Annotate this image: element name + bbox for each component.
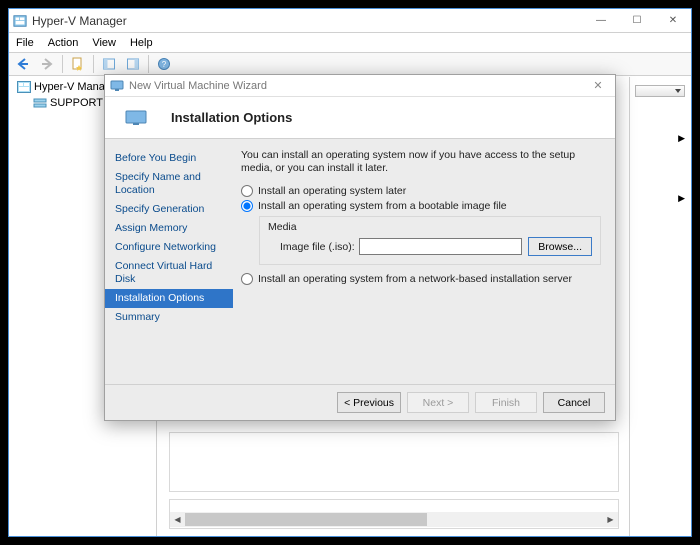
wizard-step[interactable]: Assign Memory <box>105 219 233 238</box>
option-install-later-label: Install an operating system later <box>258 185 406 197</box>
expand-arrow-icon[interactable]: ▶ <box>678 193 685 204</box>
toolbar-divider <box>148 55 149 73</box>
next-button[interactable]: Next > <box>407 392 469 413</box>
scroll-track[interactable] <box>185 513 603 526</box>
hyperv-root-icon <box>17 81 31 93</box>
media-legend: Media <box>268 221 592 233</box>
page-star-icon <box>71 57 85 71</box>
wizard-footer: < Previous Next > Finish Cancel <box>105 384 615 420</box>
wizard-title-bar: New Virtual Machine Wizard ✕ <box>105 75 615 97</box>
wizard-step[interactable]: Connect Virtual Hard Disk <box>105 257 233 289</box>
nav-back-button[interactable] <box>12 54 34 74</box>
help-icon: ? <box>157 57 171 71</box>
toolbar-help-button[interactable]: ? <box>153 54 175 74</box>
wizard-step[interactable]: Specify Generation <box>105 200 233 219</box>
option-install-later[interactable]: Install an operating system later <box>241 185 601 197</box>
wizard-step[interactable]: Configure Networking <box>105 238 233 257</box>
server-icon <box>33 97 47 109</box>
wizard-title: New Virtual Machine Wizard <box>129 80 267 92</box>
wizard-steps-nav: Before You BeginSpecify Name and Locatio… <box>105 139 233 384</box>
arrow-left-icon <box>16 57 30 71</box>
option-install-network-label: Install an operating system from a netwo… <box>258 273 572 285</box>
menu-bar: File Action View Help <box>9 33 691 52</box>
cancel-button[interactable]: Cancel <box>543 392 605 413</box>
radio-install-network[interactable] <box>241 273 253 285</box>
close-button[interactable]: ✕ <box>655 10 691 32</box>
expand-arrow-icon[interactable]: ▶ <box>678 133 685 144</box>
scroll-left-icon[interactable]: ◀ <box>170 512 185 527</box>
wizard-content: You can install an operating system now … <box>233 139 615 384</box>
menu-help[interactable]: Help <box>130 37 153 49</box>
wizard-intro-text: You can install an operating system now … <box>241 149 601 175</box>
browse-button[interactable]: Browse... <box>528 237 592 256</box>
finish-button[interactable]: Finish <box>475 392 537 413</box>
option-install-image-label: Install an operating system from a boota… <box>258 200 507 212</box>
toolbar-properties-button[interactable] <box>67 54 89 74</box>
menu-action[interactable]: Action <box>48 37 79 49</box>
previous-button[interactable]: < Previous <box>337 392 401 413</box>
tree-host-label: SUPPORT <box>50 97 103 109</box>
toolbar-divider <box>62 55 63 73</box>
actions-panel: ▶ ▶ <box>629 77 691 536</box>
option-install-image[interactable]: Install an operating system from a boota… <box>241 200 601 212</box>
image-file-label: Image file (.iso): <box>280 241 355 253</box>
image-file-input[interactable] <box>359 238 523 255</box>
lower-panel-2: ◀ ▶ <box>169 499 619 529</box>
wizard-headline: Installation Options <box>171 110 292 125</box>
wizard-step[interactable]: Before You Begin <box>105 149 233 168</box>
maximize-button[interactable]: ☐ <box>619 10 655 32</box>
new-vm-wizard-dialog: New Virtual Machine Wizard ✕ Installatio… <box>104 74 616 421</box>
arrow-right-icon <box>40 57 54 71</box>
wizard-step[interactable]: Installation Options <box>105 289 233 308</box>
menu-file[interactable]: File <box>16 37 34 49</box>
radio-install-later[interactable] <box>241 185 253 197</box>
wizard-close-button[interactable]: ✕ <box>581 79 615 92</box>
wizard-step[interactable]: Summary <box>105 308 233 327</box>
monitor-large-icon <box>125 110 147 126</box>
radio-install-image[interactable] <box>241 200 253 212</box>
nav-forward-button[interactable] <box>36 54 58 74</box>
toolbar-view1-button[interactable] <box>98 54 120 74</box>
actions-dropdown[interactable] <box>635 85 685 97</box>
lower-panel-1 <box>169 432 619 492</box>
wizard-step[interactable]: Specify Name and Location <box>105 168 233 200</box>
wizard-header: Installation Options <box>105 97 615 139</box>
toolbar-view2-button[interactable] <box>122 54 144 74</box>
title-bar: Hyper-V Manager — ☐ ✕ <box>9 9 691 33</box>
option-install-network[interactable]: Install an operating system from a netwo… <box>241 273 601 285</box>
horizontal-scrollbar[interactable]: ◀ ▶ <box>170 512 618 527</box>
media-group: Media Image file (.iso): Browse... <box>259 216 601 265</box>
app-title: Hyper-V Manager <box>32 14 127 28</box>
scroll-right-icon[interactable]: ▶ <box>603 512 618 527</box>
scroll-thumb[interactable] <box>185 513 427 526</box>
minimize-button[interactable]: — <box>583 10 619 32</box>
toolbar: ? <box>9 52 691 76</box>
hyperv-app-icon <box>13 14 27 28</box>
panel2-icon <box>126 57 140 71</box>
toolbar-divider <box>93 55 94 73</box>
monitor-icon <box>110 80 124 92</box>
panel-icon <box>102 57 116 71</box>
svg-text:?: ? <box>162 60 167 69</box>
menu-view[interactable]: View <box>92 37 116 49</box>
